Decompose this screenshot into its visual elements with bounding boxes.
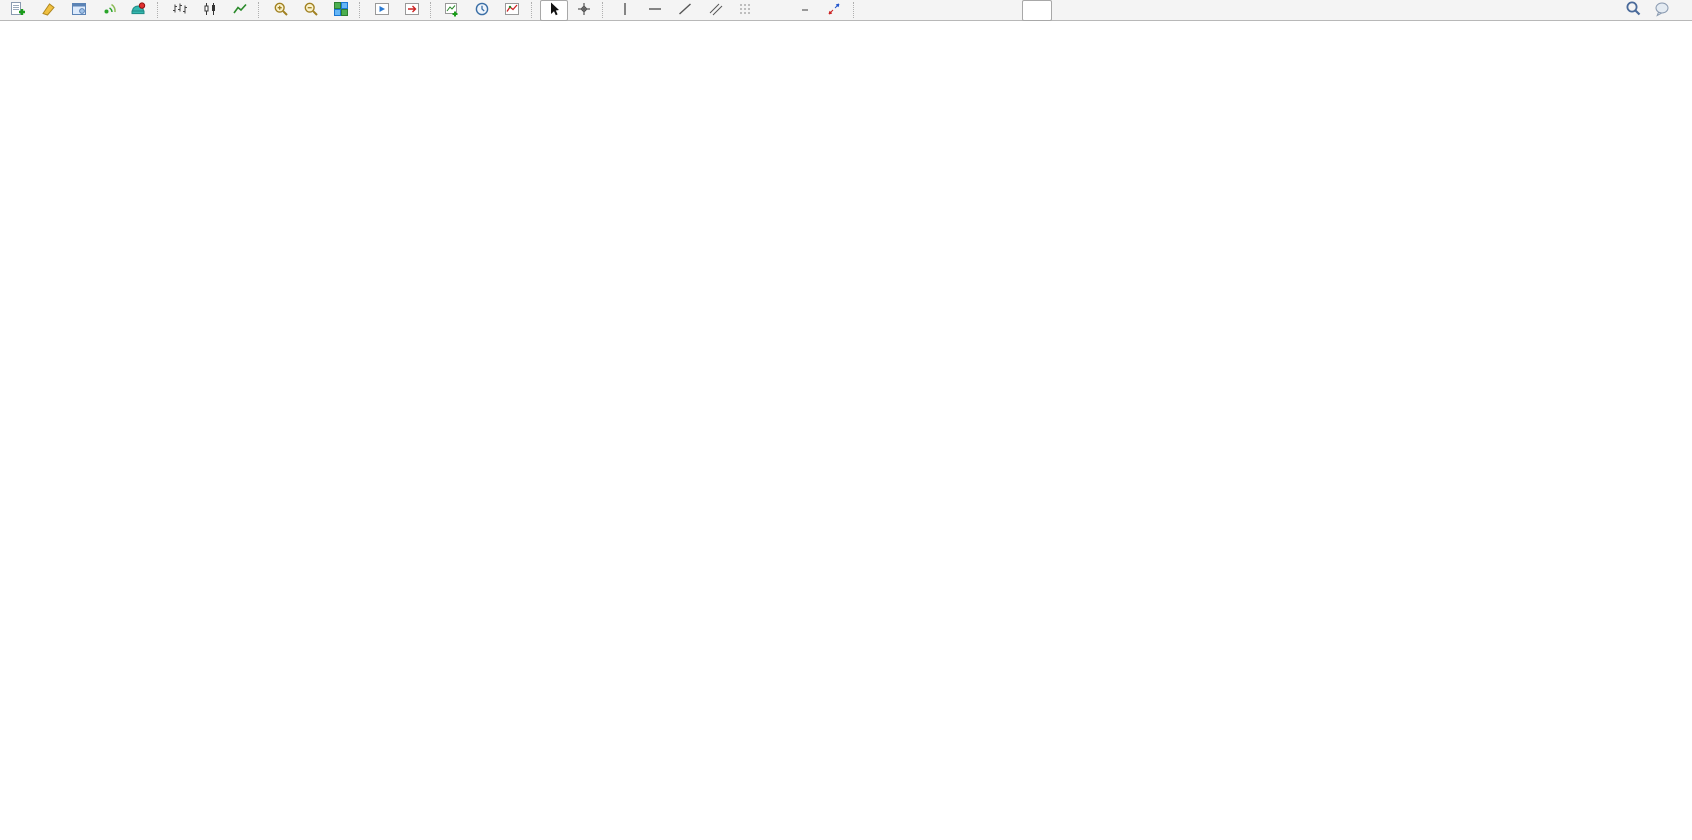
market-watch-button[interactable] (35, 0, 63, 21)
toolbar-separator (602, 2, 607, 18)
timeframe-m15-button[interactable] (926, 0, 956, 21)
search-button[interactable] (1619, 0, 1647, 21)
periodicity-icon (474, 1, 490, 20)
zoom-out-button[interactable] (297, 0, 325, 21)
line-chart-button[interactable] (226, 0, 254, 21)
tile-windows-button[interactable] (327, 0, 355, 21)
equidistant-channel-button[interactable] (701, 0, 729, 21)
autotrading-icon (130, 1, 146, 20)
text-label-icon (802, 9, 808, 11)
autotrading-button[interactable] (125, 0, 153, 21)
toolbar-separator (853, 2, 858, 18)
trendline-button[interactable] (671, 0, 699, 21)
vertical-line-icon (617, 1, 633, 20)
new-chart-button[interactable] (439, 0, 467, 21)
vertical-line-button[interactable] (611, 0, 639, 21)
data-window-icon (71, 1, 87, 20)
candlestick-chart-icon (202, 1, 218, 20)
tile-windows-icon (333, 1, 349, 20)
chart-canvas[interactable] (0, 22, 1692, 840)
fibonacci-button[interactable] (731, 0, 759, 21)
mt4-application-window (0, 0, 1692, 840)
bar-chart-icon (172, 1, 188, 20)
main-toolbar (0, 0, 1692, 21)
chart-shift-icon (404, 1, 420, 20)
market-watch-icon (41, 1, 57, 20)
timeframe-m30-button[interactable] (958, 0, 988, 21)
toolbar-separator (258, 2, 263, 18)
text-label-button[interactable] (791, 0, 819, 21)
timeframe-m1-button[interactable] (862, 0, 892, 21)
crosshair-button[interactable] (570, 0, 598, 21)
timeframe-m5-button[interactable] (894, 0, 924, 21)
candlestick-chart-button[interactable] (196, 0, 224, 21)
zoom-out-icon (303, 1, 319, 20)
timeframe-w1-button[interactable] (1086, 0, 1116, 21)
toolbar-separator (430, 2, 435, 18)
cursor-button[interactable] (540, 0, 568, 21)
equidistant-channel-icon (709, 1, 723, 20)
signals-icon (101, 1, 117, 20)
crosshair-icon (576, 1, 592, 20)
cursor-icon (546, 1, 562, 20)
signals-button[interactable] (95, 0, 123, 21)
toolbar-right-group (1618, 0, 1692, 21)
auto-scroll-icon (374, 1, 390, 20)
zoom-in-button[interactable] (267, 0, 295, 21)
timeframe-d1-button[interactable] (1054, 0, 1084, 21)
horizontal-line-icon (647, 1, 663, 20)
new-chart-icon (444, 1, 460, 20)
new-order-button[interactable] (5, 0, 33, 21)
fibonacci-icon (739, 1, 753, 20)
new-order-icon (10, 1, 26, 20)
line-chart-icon (232, 1, 248, 20)
chat-icon (1654, 0, 1672, 20)
toolbar-separator (157, 2, 162, 18)
arrows-icon (826, 1, 842, 20)
horizontal-line-button[interactable] (641, 0, 669, 21)
chart-shift-button[interactable] (398, 0, 426, 21)
trendline-icon (677, 1, 693, 20)
arrows-button[interactable] (821, 0, 849, 21)
indicators-icon (504, 1, 520, 20)
zoom-in-icon (273, 1, 289, 20)
timeframe-mn-button[interactable] (1118, 0, 1148, 21)
timeframe-h1-button[interactable] (990, 0, 1020, 21)
search-icon (1625, 0, 1642, 20)
indicators-button[interactable] (499, 0, 527, 21)
auto-scroll-button[interactable] (368, 0, 396, 21)
chat-button[interactable] (1649, 0, 1677, 21)
bar-chart-button[interactable] (166, 0, 194, 21)
toolbar-separator (359, 2, 364, 18)
data-window-button[interactable] (65, 0, 93, 21)
periodicity-button[interactable] (469, 0, 497, 21)
text-button[interactable] (761, 0, 789, 21)
timeframe-h4-button[interactable] (1022, 0, 1052, 21)
toolbar-separator (531, 2, 536, 18)
